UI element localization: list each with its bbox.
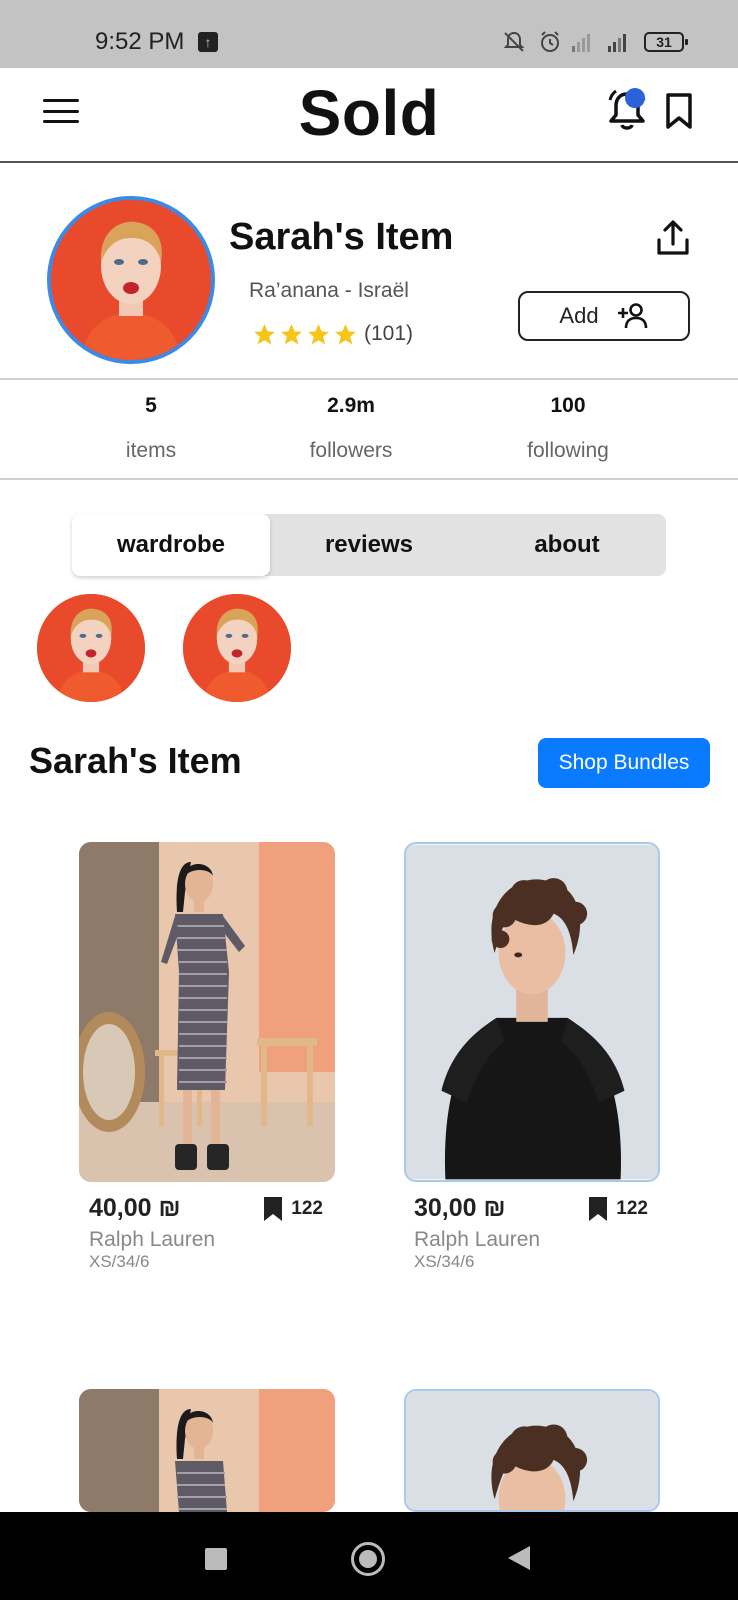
bookmark-icon[interactable] (263, 1196, 283, 1222)
signal-icon (572, 34, 590, 52)
product-size: XS/34/6 (414, 1252, 475, 1271)
battery-icon: 31 (644, 32, 688, 52)
bookmark-icon[interactable] (664, 92, 694, 130)
star-icon (254, 324, 275, 345)
saves-count: 122 (616, 1198, 648, 1219)
story-portrait (183, 594, 291, 702)
product-image[interactable] (404, 842, 660, 1182)
profile-tabs: wardrobe reviews about (72, 514, 666, 576)
avatar-portrait (51, 200, 211, 360)
product-card[interactable] (404, 1389, 660, 1512)
product-price: 40,00 ₪ (89, 1194, 181, 1222)
product-brand: Ralph Lauren (89, 1228, 216, 1251)
system-nav-bar (0, 1512, 738, 1600)
stat-value: 100 (550, 394, 586, 417)
story-avatar[interactable] (37, 594, 145, 702)
upload-icon: ↑ (198, 32, 218, 52)
app-bar: Sold (0, 68, 738, 163)
saves-count: 122 (291, 1198, 323, 1219)
signal-icon (608, 34, 626, 52)
add-user-icon (617, 303, 647, 329)
home-button[interactable] (351, 1542, 385, 1576)
bookmark-icon[interactable] (588, 1196, 608, 1222)
product-card[interactable]: 40,00 ₪ 122 Ralph Lauren XS/34/6 (79, 842, 335, 1272)
stat-following[interactable]: 100 following (478, 394, 658, 463)
save-count[interactable]: 122 (263, 1196, 323, 1222)
star-icon (281, 324, 302, 345)
product-brand: Ralph Lauren (414, 1228, 541, 1251)
tab-about[interactable]: about (468, 514, 666, 576)
product-card[interactable] (79, 1389, 335, 1512)
star-icon (335, 324, 356, 345)
section-title: Sarah's Item (29, 740, 242, 781)
profile-location: Ra’anana - Israël (249, 279, 409, 302)
product-photo (406, 844, 658, 1180)
story-avatar[interactable] (183, 594, 291, 702)
status-bar: 9:52 PM ↑ 31 (0, 0, 738, 68)
price-row: 30,00 ₪ 122 (404, 1186, 660, 1226)
stat-label: following (527, 439, 609, 462)
product-image[interactable] (79, 1389, 335, 1512)
star-icon (308, 324, 329, 345)
product-image[interactable] (79, 842, 335, 1182)
product-size: XS/34/6 (89, 1252, 150, 1271)
profile-name: Sarah's Item (229, 216, 454, 258)
mute-icon (503, 31, 525, 52)
product-image[interactable] (404, 1389, 660, 1512)
tab-reviews[interactable]: reviews (270, 514, 468, 576)
product-photo (79, 1389, 335, 1512)
stat-label: followers (309, 439, 393, 462)
stat-value: 2.9m (327, 394, 375, 417)
back-button[interactable] (508, 1546, 530, 1570)
story-portrait (37, 594, 145, 702)
recents-button[interactable] (205, 1548, 227, 1570)
tab-wardrobe[interactable]: wardrobe (72, 514, 270, 576)
product-card[interactable]: 30,00 ₪ 122 Ralph Lauren XS/34/6 (404, 842, 660, 1272)
stat-followers[interactable]: 2.9m followers (261, 394, 441, 463)
rating-count: (101) (364, 322, 414, 345)
avatar[interactable] (47, 196, 215, 364)
stat-label: items (125, 439, 177, 462)
status-time: 9:52 PM (95, 28, 185, 55)
star-rating (252, 322, 358, 347)
product-photo (79, 842, 335, 1182)
stat-value: 5 (145, 394, 157, 417)
divider (0, 378, 738, 380)
product-photo (406, 1391, 658, 1510)
price-row: 40,00 ₪ 122 (79, 1186, 335, 1226)
divider (0, 478, 738, 480)
stat-items[interactable]: 5 items (61, 394, 241, 463)
notification-dot (625, 88, 645, 108)
shop-bundles-button[interactable]: Shop Bundles (538, 738, 710, 788)
save-count[interactable]: 122 (588, 1196, 648, 1222)
add-button-label: Add (559, 303, 599, 328)
alarm-icon (541, 31, 559, 52)
add-friend-button[interactable]: Add (518, 291, 690, 341)
share-icon[interactable] (653, 218, 693, 258)
product-price: 30,00 ₪ (414, 1194, 506, 1222)
